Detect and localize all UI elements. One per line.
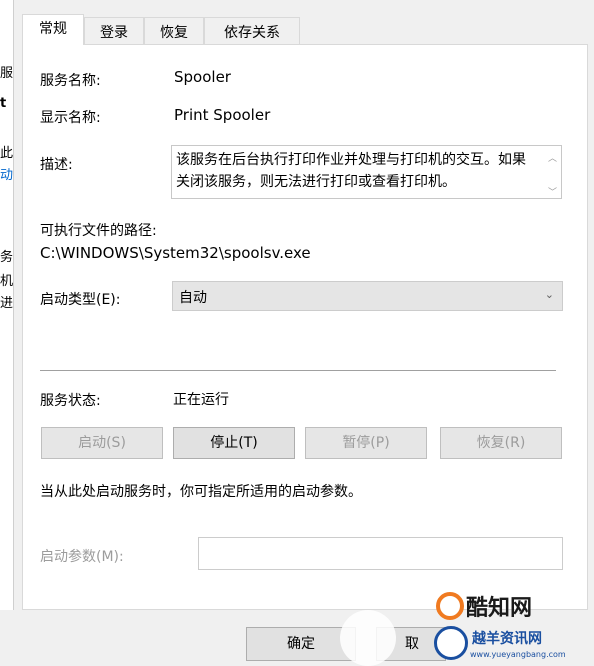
tab-dependencies[interactable]: 依存关系 xyxy=(204,17,300,44)
start-params-hint: 当从此处启动服务时，你可指定所适用的启动参数。 xyxy=(40,484,362,500)
tab-recovery[interactable]: 恢复 xyxy=(144,17,204,44)
startup-type-label: 启动类型(E): xyxy=(40,292,121,308)
start-params-input[interactable] xyxy=(198,537,563,570)
exe-path-value: C:\WINDOWS\System32\spoolsv.exe xyxy=(40,244,311,262)
background-fragment: t xyxy=(0,96,7,111)
startup-type-selected: 自动 xyxy=(179,290,207,306)
kuzhi-logo-icon xyxy=(436,592,464,620)
description-textbox[interactable]: 该服务在后台执行打印作业并处理与打印机的交互。如果关闭该服务，则无法进行打印或查… xyxy=(171,145,562,199)
display-name-label: 显示名称: xyxy=(40,110,101,126)
background-fragment: 机 xyxy=(0,274,14,289)
general-tab-panel xyxy=(22,44,588,610)
service-status-label: 服务状态: xyxy=(40,393,101,409)
startup-type-select[interactable]: 自动 ⌄ xyxy=(172,281,563,311)
stop-service-button[interactable]: 停止(T) xyxy=(173,427,295,459)
section-divider xyxy=(40,370,556,371)
service-status-value: 正在运行 xyxy=(173,392,229,408)
pause-service-button[interactable]: 暂停(P) xyxy=(305,427,427,459)
display-name-value[interactable]: Print Spooler xyxy=(174,106,270,124)
background-window-strip: 服 t 此 动 务 机 进 xyxy=(0,0,14,666)
background-link-fragment: 动 xyxy=(0,168,14,183)
chevron-down-icon: ⌄ xyxy=(544,288,554,301)
start-service-button[interactable]: 启动(S) xyxy=(41,427,163,459)
background-fragment: 此 xyxy=(0,146,14,161)
description-label: 描述: xyxy=(40,157,73,173)
watermark-logo-icon xyxy=(340,610,396,666)
background-fragment: 服 xyxy=(0,66,14,81)
tab-logon[interactable]: 登录 xyxy=(84,17,144,44)
tab-general[interactable]: 常规 xyxy=(22,14,84,45)
wifi-logo-icon xyxy=(434,626,468,660)
kuzhi-watermark: 酷知网 xyxy=(466,596,533,621)
exe-path-label: 可执行文件的路径: xyxy=(40,223,157,239)
site-watermark-url: www.yueyangbang.com xyxy=(470,650,566,659)
scroll-down-icon[interactable]: ﹀ xyxy=(548,182,557,198)
resume-service-button[interactable]: 恢复(R) xyxy=(440,427,562,459)
background-fragment: 进 xyxy=(0,296,14,311)
background-fragment: 务 xyxy=(0,250,14,265)
service-name-value: Spooler xyxy=(174,68,231,86)
description-scrollbar[interactable]: ︿ ﹀ xyxy=(547,148,559,198)
service-name-label: 服务名称: xyxy=(40,73,101,89)
description-text: 该服务在后台执行打印作业并处理与打印机的交互。如果关闭该服务，则无法进行打印或查… xyxy=(176,152,526,190)
start-params-label: 启动参数(M): xyxy=(40,549,124,565)
scroll-up-icon[interactable]: ︿ xyxy=(548,148,557,170)
site-watermark-cn: 越羊资讯网 xyxy=(472,631,542,647)
